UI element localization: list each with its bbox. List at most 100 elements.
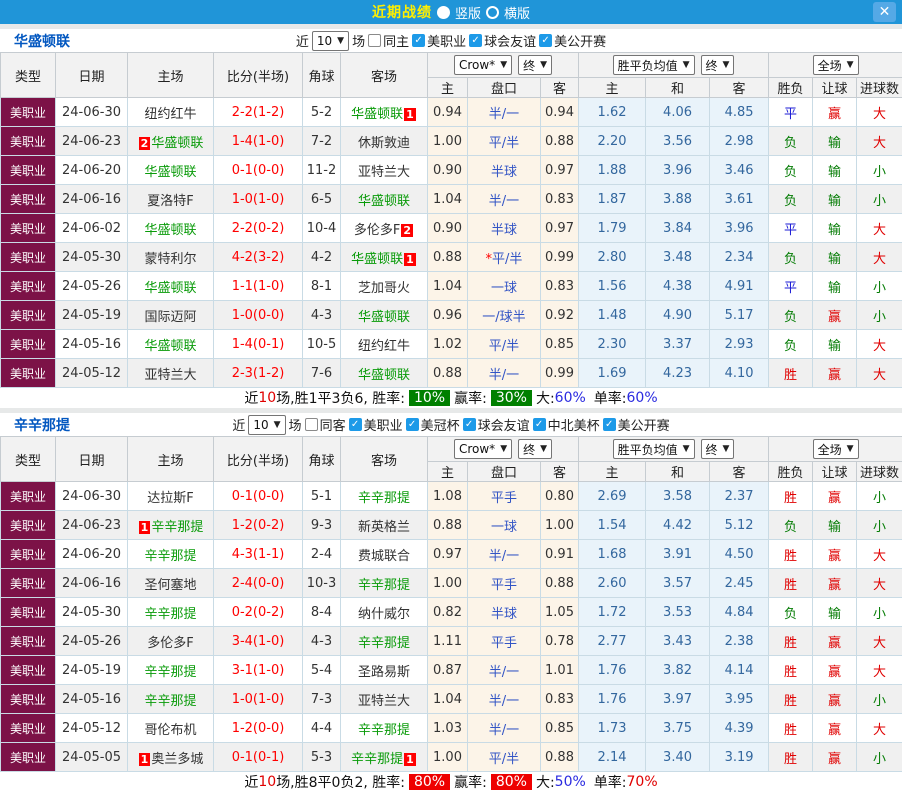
eu-home-odds: 2.77	[579, 627, 646, 656]
checked-checkbox-icon[interactable]: ✓	[412, 34, 425, 47]
eu-away-odds: 2.98	[710, 127, 769, 156]
goals-result: 小	[857, 511, 902, 540]
checked-checkbox-icon[interactable]: ✓	[539, 34, 552, 47]
col-eu-draw: 和	[646, 78, 710, 98]
checked-checkbox-icon[interactable]: ✓	[533, 418, 546, 431]
bookmaker-select[interactable]: Crow*▼	[454, 55, 512, 75]
league-type: 美职业	[1, 627, 56, 656]
league-checkbox[interactable]: ✓美公开赛	[539, 31, 606, 50]
league-checkbox[interactable]: ✓美职业	[412, 31, 466, 50]
eu-draw-odds: 3.97	[646, 685, 710, 714]
unchecked-checkbox-icon[interactable]	[305, 418, 318, 431]
checked-checkbox-icon[interactable]: ✓	[603, 418, 616, 431]
eu-away-odds: 2.38	[710, 627, 769, 656]
league-checkbox[interactable]: ✓美公开赛	[603, 415, 670, 434]
away-team: 华盛顿联1	[341, 98, 428, 127]
team-label: 多伦多F	[147, 636, 193, 651]
eu-home-odds: 1.76	[579, 656, 646, 685]
checked-checkbox-icon[interactable]: ✓	[463, 418, 476, 431]
league-checkbox[interactable]: ✓美冠杯	[406, 415, 460, 434]
horizontal-layout-label[interactable]: 横版	[504, 3, 530, 22]
goals-result: 小	[857, 598, 902, 627]
corner-score: 7-2	[303, 127, 341, 156]
handicap-text: 一球	[491, 281, 517, 296]
team-label: 辛辛那提	[144, 665, 196, 680]
home-team: 华盛顿联	[128, 156, 214, 185]
checked-checkbox-icon[interactable]: ✓	[349, 418, 362, 431]
eu-away-odds: 3.61	[710, 185, 769, 214]
summary-games-count: 10	[258, 390, 276, 406]
vertical-layout-label[interactable]: 竖版	[455, 3, 481, 22]
europe-final-select[interactable]: 终▼	[701, 439, 735, 459]
league-checkbox[interactable]: ✓球会友谊	[463, 415, 530, 434]
ah-home-odds: 0.87	[428, 656, 468, 685]
asia-final-select[interactable]: 终▼	[518, 439, 552, 459]
scope-select[interactable]: 全场▼	[813, 55, 859, 75]
col-eu-home: 主	[579, 462, 646, 482]
team-label: 华盛顿联	[144, 165, 196, 180]
close-button[interactable]: ✕	[873, 2, 896, 22]
checked-checkbox-icon[interactable]: ✓	[469, 34, 482, 47]
match-row: 美职业24-05-19辛辛那提3-1(1-0)5-4圣路易斯0.87半/一1.0…	[1, 656, 902, 685]
corner-score: 8-4	[303, 598, 341, 627]
team-label: 华盛顿联	[144, 281, 196, 296]
match-row: 美职业24-05-30辛辛那提0-2(0-2)8-4纳什威尔0.82半球1.05…	[1, 598, 902, 627]
unchecked-checkbox-icon[interactable]	[368, 34, 381, 47]
asia-final-select[interactable]: 终▼	[518, 55, 552, 75]
chevron-down-icon: ▼	[500, 444, 507, 454]
same-venue-checkbox[interactable]: 同主	[368, 31, 409, 50]
eu-away-odds: 2.37	[710, 482, 769, 511]
score-text: 2-3(1-2)	[232, 366, 285, 381]
match-date: 24-06-02	[56, 214, 128, 243]
vertical-layout-radio[interactable]	[437, 6, 450, 19]
away-team: 圣路易斯	[341, 656, 428, 685]
summary-record: 场,胜8平0负2, 胜率:	[276, 772, 405, 792]
eu-away-odds: 4.39	[710, 714, 769, 743]
away-team: 多伦多F2	[341, 214, 428, 243]
checked-checkbox-icon[interactable]: ✓	[406, 418, 419, 431]
away-team: 亚特兰大	[341, 685, 428, 714]
eu-draw-odds: 3.48	[646, 243, 710, 272]
ah-home-odds: 1.03	[428, 714, 468, 743]
eu-home-odds: 1.76	[579, 685, 646, 714]
league-checkbox[interactable]: ✓美职业	[349, 415, 403, 434]
scope-select[interactable]: 全场▼	[813, 439, 859, 459]
match-result: 平	[769, 272, 813, 301]
goals-result: 大	[857, 569, 902, 598]
bookmaker-select[interactable]: Crow*▼	[454, 439, 512, 459]
corner-score: 6-5	[303, 185, 341, 214]
league-type: 美职业	[1, 511, 56, 540]
win-rate-badge: 80%	[409, 774, 450, 790]
odds-average-select[interactable]: 胜平负均值▼	[613, 439, 695, 459]
handicap-line: 平手	[468, 569, 541, 598]
handicap-text: 平手	[491, 636, 517, 651]
horizontal-layout-radio[interactable]	[486, 6, 499, 19]
match-count-select[interactable]: 10▼	[312, 31, 349, 51]
league-checkbox[interactable]: ✓中北美杯	[533, 415, 600, 434]
col-goals: 进球数	[857, 462, 902, 482]
home-team: 达拉斯F	[128, 482, 214, 511]
summary-lead: 近	[244, 388, 258, 408]
match-date: 24-05-05	[56, 743, 128, 772]
league-checkbox[interactable]: ✓球会友谊	[469, 31, 536, 50]
handicap-result: 输	[813, 156, 857, 185]
team-section-cincinnati: 辛辛那提 近 10▼ 场 同客 ✓美职业✓美冠杯✓球会友谊✓中北美杯✓美公开赛 …	[0, 413, 902, 792]
handicap-text: 半/一	[489, 694, 519, 709]
handicap-result: 输	[813, 598, 857, 627]
scope-header: 全场▼	[769, 437, 902, 462]
col-eu-draw: 和	[646, 462, 710, 482]
eu-away-odds: 4.85	[710, 98, 769, 127]
team-label: 奥兰多城	[151, 752, 203, 767]
handicap-result: 赢	[813, 98, 857, 127]
match-date: 24-05-30	[56, 243, 128, 272]
same-venue-checkbox[interactable]: 同客	[305, 415, 346, 434]
scope-header: 全场▼	[769, 53, 902, 78]
odds-average-select[interactable]: 胜平负均值▼	[613, 55, 695, 75]
col-away: 客场	[341, 53, 428, 98]
league-type: 美职业	[1, 714, 56, 743]
match-count-select[interactable]: 10▼	[248, 415, 285, 435]
league-label: 美冠杯	[421, 415, 460, 434]
section-summary: 近10场,胜1平3负6, 胜率:10%赢率:30%大:60%单率:60%	[0, 388, 902, 408]
europe-final-select[interactable]: 终▼	[701, 55, 735, 75]
match-date: 24-05-26	[56, 627, 128, 656]
